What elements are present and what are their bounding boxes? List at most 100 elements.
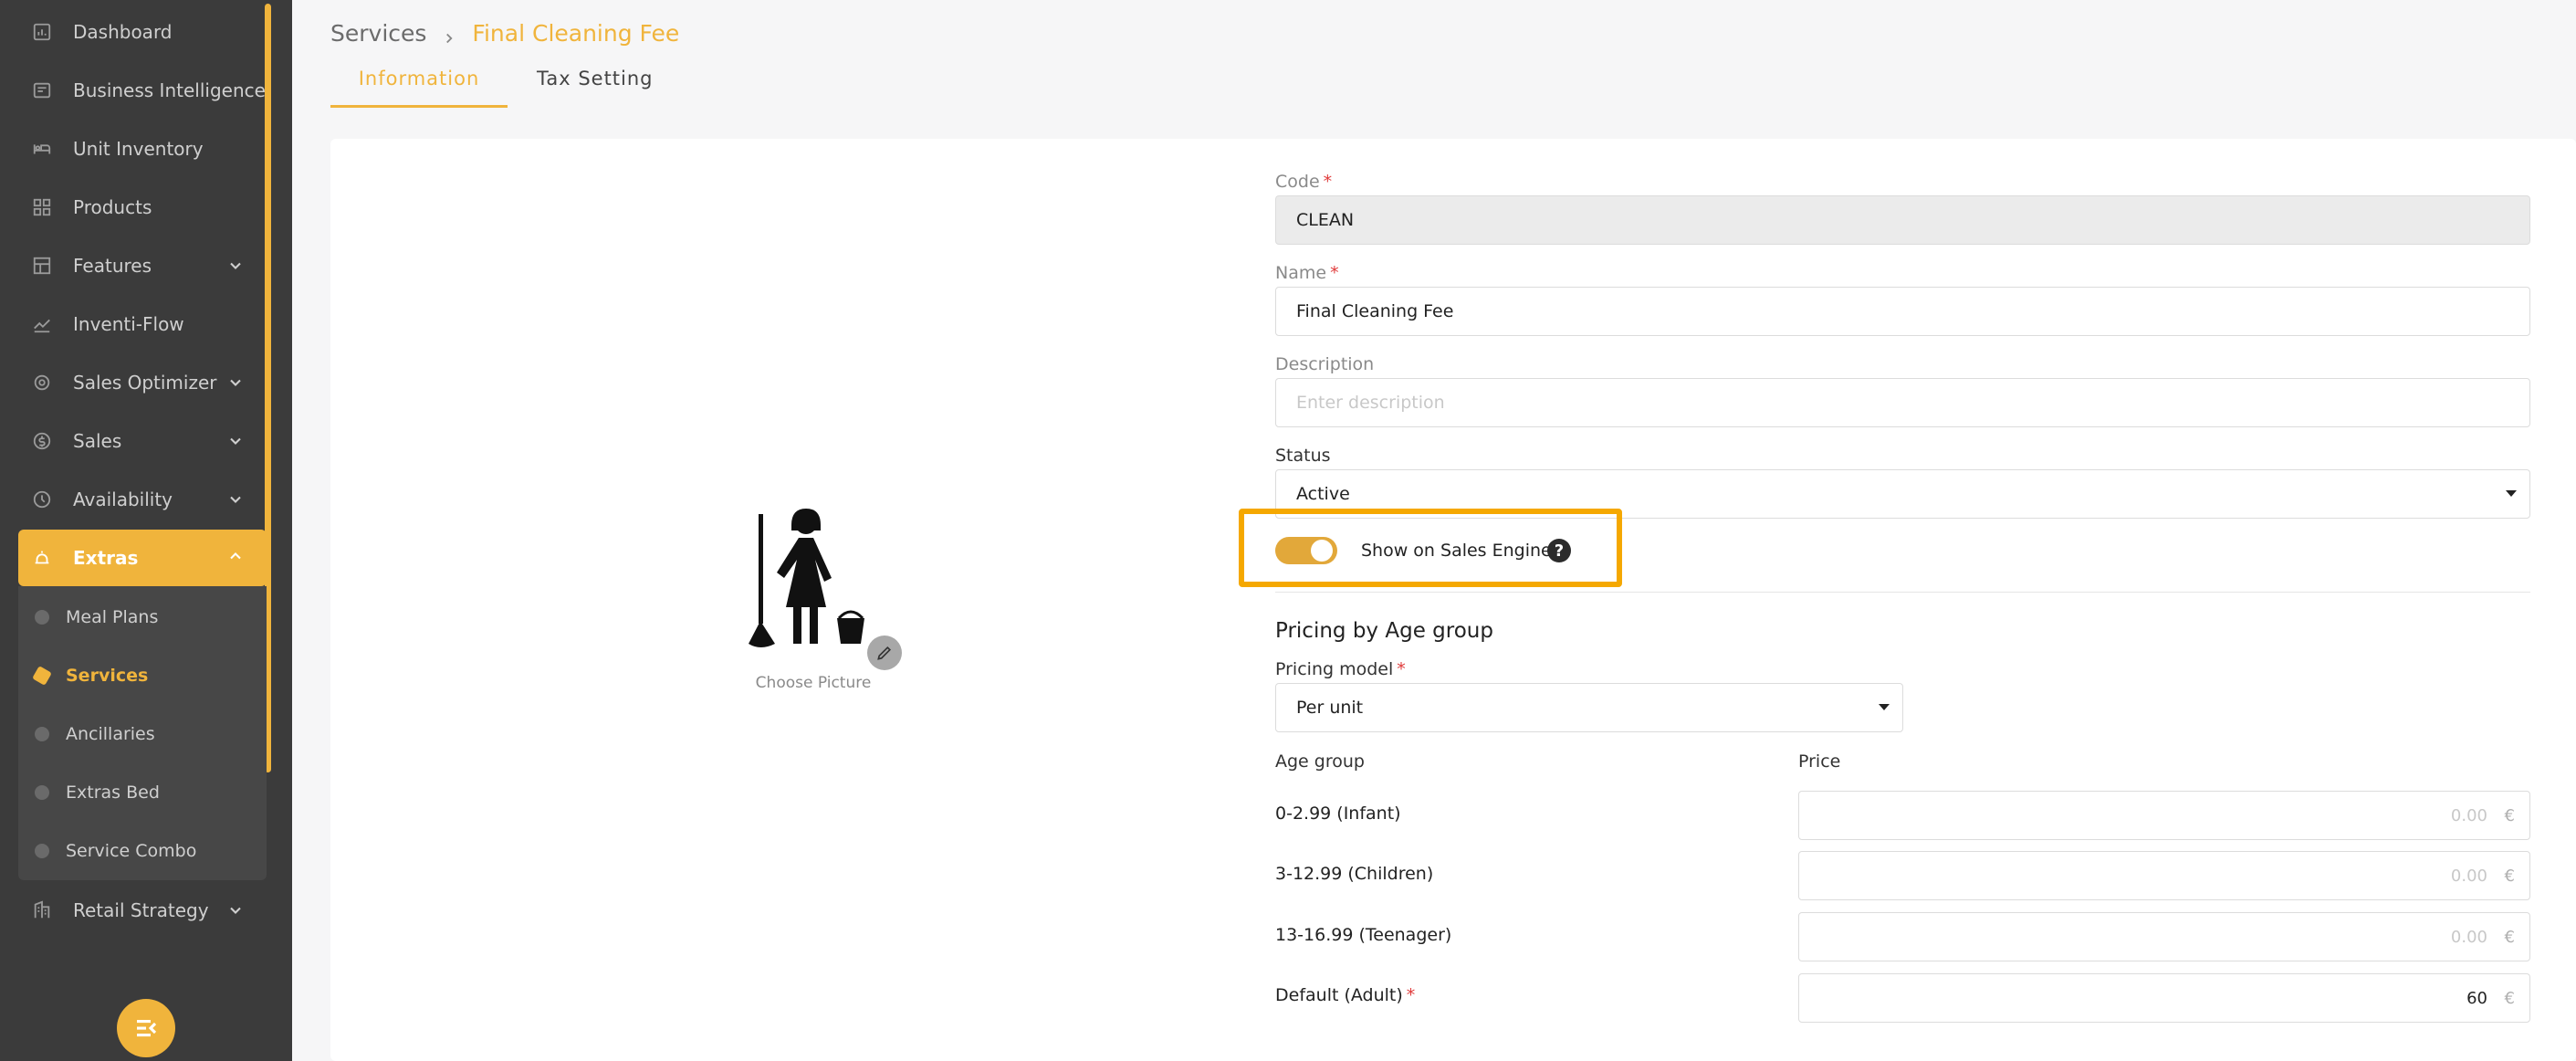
layout-icon bbox=[26, 239, 58, 292]
sidebar-item-sales[interactable]: Sales bbox=[18, 415, 267, 467]
edit-picture-button[interactable] bbox=[867, 636, 902, 670]
sidebar-subitem-label: Services bbox=[66, 666, 149, 686]
sidebar-subitem-label: Meal Plans bbox=[66, 607, 159, 627]
tab-information[interactable]: Information bbox=[330, 62, 508, 108]
bullet-icon bbox=[35, 727, 49, 741]
service-picture[interactable] bbox=[744, 507, 885, 653]
sidebar-item-features[interactable]: Features bbox=[18, 239, 267, 292]
age-group-label: Default (Adult) * bbox=[1275, 985, 1416, 1005]
price-input-teenager[interactable]: 0.00 € bbox=[1798, 912, 2530, 961]
grid-icon bbox=[26, 181, 58, 234]
status-label: Status bbox=[1275, 446, 1331, 466]
sidebar-subitem-label: Extras Bed bbox=[66, 783, 160, 803]
show-on-sales-engine-toggle[interactable] bbox=[1275, 537, 1337, 564]
dashboard-icon bbox=[26, 5, 58, 58]
currency-symbol: € bbox=[2504, 989, 2515, 1008]
help-icon[interactable]: ? bbox=[1547, 539, 1571, 562]
sidebar: Dashboard Business Intelligence Unit Inv… bbox=[0, 0, 292, 1061]
price-value: 0.00 bbox=[2450, 928, 2487, 947]
pricing-model-select[interactable]: Per unit bbox=[1275, 683, 1903, 732]
breadcrumb-services-link[interactable]: Services bbox=[330, 20, 426, 47]
name-label: Name * bbox=[1275, 263, 1339, 283]
code-field: CLEAN bbox=[1275, 195, 2530, 245]
caret-down-icon bbox=[1879, 704, 1890, 710]
sidebar-item-label: Sales bbox=[73, 430, 122, 452]
clock-icon bbox=[26, 473, 58, 526]
bullet-icon bbox=[35, 610, 49, 625]
sidebar-item-availability[interactable]: Availability bbox=[18, 473, 267, 526]
dollar-icon bbox=[26, 415, 58, 467]
sidebar-item-label: Features bbox=[73, 255, 152, 277]
sidebar-subitem-services[interactable]: Services bbox=[18, 653, 267, 699]
trend-icon bbox=[26, 298, 58, 351]
sidebar-subitem-extras-bed[interactable]: Extras Bed bbox=[18, 770, 267, 815]
age-group-label: 13-16.99 (Teenager) bbox=[1275, 925, 1452, 945]
pricing-model-label: Pricing model * bbox=[1275, 659, 1406, 679]
price-input-infant[interactable]: 0.00 € bbox=[1798, 791, 2530, 840]
collapse-sidebar-button[interactable] bbox=[117, 999, 175, 1057]
sidebar-item-products[interactable]: Products bbox=[18, 181, 267, 234]
breadcrumb: Services Final Cleaning Fee bbox=[330, 20, 679, 47]
choose-picture-label[interactable]: Choose Picture bbox=[730, 674, 896, 692]
sidebar-subitem-service-combo[interactable]: Service Combo bbox=[18, 828, 267, 874]
cleaning-lady-icon bbox=[749, 509, 864, 647]
show-on-sales-engine-label: Show on Sales Engine bbox=[1361, 541, 1552, 561]
tab-tax-setting[interactable]: Tax Setting bbox=[537, 62, 654, 108]
chevron-down-icon bbox=[226, 257, 245, 275]
sidebar-item-sales-optimizer[interactable]: Sales Optimizer bbox=[18, 356, 267, 409]
sidebar-item-inventi-flow[interactable]: Inventi-Flow bbox=[18, 298, 267, 351]
sidebar-subitem-label: Service Combo bbox=[66, 841, 197, 861]
chevron-down-icon bbox=[226, 373, 245, 392]
pricing-model-value: Per unit bbox=[1296, 698, 1364, 718]
price-value: 0.00 bbox=[2450, 806, 2487, 825]
sidebar-item-label: Inventi-Flow bbox=[73, 313, 184, 335]
bullet-icon bbox=[35, 785, 49, 800]
status-value: Active bbox=[1296, 484, 1350, 504]
pencil-icon bbox=[877, 646, 892, 660]
sidebar-item-label: Retail Strategy bbox=[73, 899, 209, 921]
sidebar-item-label: Sales Optimizer bbox=[73, 372, 217, 394]
price-value: 60 bbox=[2466, 989, 2487, 1008]
age-group-header: Age group bbox=[1275, 751, 1365, 772]
chevron-right-icon bbox=[441, 26, 457, 43]
name-field[interactable]: Final Cleaning Fee bbox=[1275, 287, 2530, 336]
sidebar-subitem-label: Ancillaries bbox=[66, 724, 155, 744]
chevron-down-icon bbox=[226, 901, 245, 919]
bed-icon bbox=[26, 122, 58, 175]
age-group-label: 0-2.99 (Infant) bbox=[1275, 804, 1401, 824]
gear-icon bbox=[26, 356, 58, 409]
divider bbox=[1275, 592, 2530, 593]
sidebar-item-label: Extras bbox=[73, 547, 139, 569]
collapse-menu-icon bbox=[137, 1019, 157, 1037]
age-group-label: 3-12.99 (Children) bbox=[1275, 864, 1434, 884]
breadcrumb-current: Final Cleaning Fee bbox=[472, 20, 680, 47]
price-input-adult[interactable]: 60 € bbox=[1798, 973, 2530, 1023]
sidebar-subitem-ancillaries[interactable]: Ancillaries bbox=[18, 711, 267, 757]
price-value: 0.00 bbox=[2450, 867, 2487, 886]
sidebar-item-dashboard[interactable]: Dashboard bbox=[18, 5, 267, 58]
currency-symbol: € bbox=[2504, 867, 2515, 886]
sidebar-item-business-intelligence[interactable]: Business Intelligence bbox=[18, 64, 267, 117]
chart-icon bbox=[26, 64, 58, 117]
sidebar-item-label: Dashboard bbox=[73, 21, 173, 43]
toggle-knob bbox=[1311, 540, 1333, 562]
tab-bar: Information Tax Setting bbox=[330, 62, 654, 108]
sidebar-item-label: Business Intelligence bbox=[73, 79, 266, 101]
price-input-children[interactable]: 0.00 € bbox=[1798, 851, 2530, 900]
sidebar-subitem-meal-plans[interactable]: Meal Plans bbox=[18, 594, 267, 640]
sidebar-item-retail-strategy[interactable]: Retail Strategy bbox=[18, 884, 267, 937]
sidebar-item-extras[interactable]: Extras bbox=[18, 530, 267, 586]
pricing-section-title: Pricing by Age group bbox=[1275, 619, 1493, 643]
description-field[interactable]: Enter description bbox=[1275, 378, 2530, 427]
code-label: Code * bbox=[1275, 172, 1333, 192]
description-label: Description bbox=[1275, 354, 1375, 374]
caret-down-icon bbox=[2506, 490, 2517, 497]
price-header: Price bbox=[1798, 751, 1841, 772]
bullet-icon bbox=[35, 844, 49, 858]
chevron-up-icon bbox=[226, 547, 245, 565]
currency-symbol: € bbox=[2504, 928, 2515, 947]
sidebar-item-unit-inventory[interactable]: Unit Inventory bbox=[18, 122, 267, 175]
chevron-down-icon bbox=[226, 432, 245, 450]
chevron-down-icon bbox=[226, 490, 245, 509]
bell-icon bbox=[26, 531, 58, 584]
